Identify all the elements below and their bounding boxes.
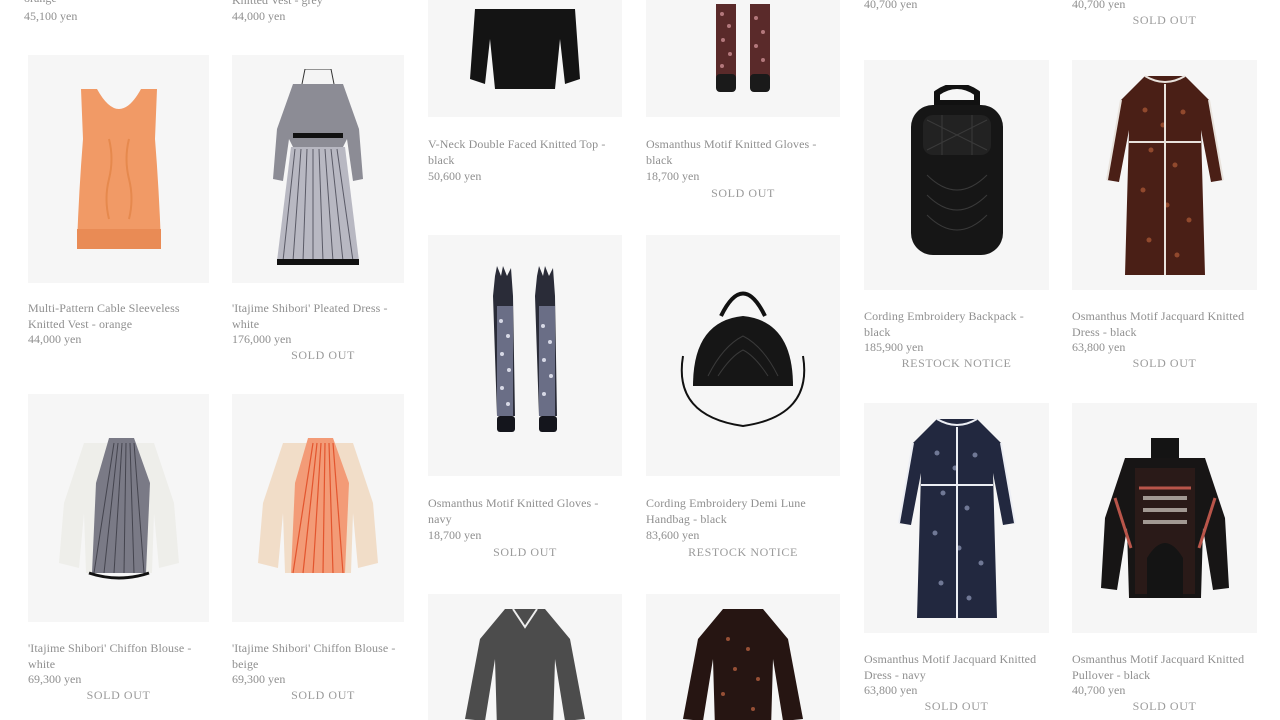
sold-out-label: SOLD OUT — [493, 545, 557, 559]
black-knit-top-image[interactable] — [428, 0, 622, 117]
sold-out-label: SOLD OUT — [1132, 13, 1197, 27]
product-name[interactable]: Cording Embroidery Demi Lune Handbag - b… — [646, 495, 840, 527]
sold-out-label: SOLD OUT — [291, 688, 355, 702]
product-price: 69,300 yen — [28, 672, 82, 686]
restock-notice-link[interactable]: RESTOCK NOTICE — [864, 355, 1049, 371]
product-name[interactable]: Osmanthus Motif Jacquard Knitted Dress -… — [864, 651, 1049, 683]
product-price: 50,600 yen — [428, 169, 482, 183]
white-blouse-image[interactable] — [28, 394, 209, 622]
product-name[interactable]: Osmanthus Motif Jacquard Knitted Pullove… — [1072, 651, 1257, 683]
product-name-tail[interactable]: orange — [24, 0, 204, 6]
navy-jacquard-dress-image[interactable] — [864, 403, 1049, 633]
product-price: 44,000 yen — [232, 9, 286, 23]
product-price: 63,800 yen — [1072, 340, 1126, 354]
black-handbag-image[interactable] — [646, 235, 840, 476]
product-name[interactable]: V-Neck Double Faced Knitted Top - black — [428, 136, 622, 168]
black-backpack-image[interactable] — [864, 60, 1049, 290]
product-price: 44,000 yen — [28, 332, 82, 346]
navy-gloves-image[interactable] — [428, 235, 622, 476]
sold-out-label: SOLD OUT — [1132, 699, 1197, 713]
product-price: 83,600 yen — [646, 528, 700, 542]
product-name[interactable]: Osmanthus Motif Knitted Gloves - black — [646, 136, 840, 168]
pleated-dress-image[interactable] — [232, 55, 404, 283]
product-name[interactable]: Cording Embroidery Backpack - black — [864, 308, 1049, 340]
product-price: 18,700 yen — [428, 528, 482, 542]
black-pullover-image[interactable] — [1072, 403, 1257, 633]
product-price: 176,000 yen — [232, 332, 292, 346]
product-name[interactable]: 'Itajime Shibori' Pleated Dress - white — [232, 300, 404, 332]
product-price: 45,100 yen — [24, 9, 78, 23]
orange-knit-vest-image[interactable] — [28, 55, 209, 283]
product-price: 40,700 yen — [1072, 0, 1126, 11]
black-jacquard-dress-image[interactable] — [1072, 60, 1257, 290]
product-price: 18,700 yen — [646, 169, 700, 183]
product-price: 69,300 yen — [232, 672, 286, 686]
product-name[interactable]: Osmanthus Motif Knitted Gloves - navy — [428, 495, 622, 527]
grey-dress-image[interactable] — [428, 594, 622, 720]
sold-out-label: SOLD OUT — [1132, 356, 1197, 370]
product-price: 40,700 yen — [864, 0, 918, 11]
black-gloves-image[interactable] — [646, 0, 840, 117]
sold-out-label: SOLD OUT — [291, 348, 355, 362]
product-name[interactable]: Multi-Pattern Cable Sleeveless Knitted V… — [28, 300, 209, 332]
product-name[interactable]: Osmanthus Motif Jacquard Knitted Dress -… — [1072, 308, 1257, 340]
beige-blouse-image[interactable] — [232, 394, 404, 622]
product-price: 185,900 yen — [864, 340, 924, 354]
sold-out-label: SOLD OUT — [924, 699, 989, 713]
product-price: 40,700 yen — [1072, 683, 1126, 697]
sold-out-label: SOLD OUT — [711, 186, 775, 200]
restock-notice-link[interactable]: RESTOCK NOTICE — [646, 544, 840, 560]
product-name[interactable]: 'Itajime Shibori' Chiffon Blouse - white — [28, 640, 209, 672]
sold-out-label: SOLD OUT — [86, 688, 151, 702]
floral-dress-image[interactable] — [646, 594, 840, 720]
product-name[interactable]: 'Itajime Shibori' Chiffon Blouse - beige — [232, 640, 404, 672]
product-name-tail[interactable]: Knitted Vest - grey — [232, 0, 323, 8]
product-price: 63,800 yen — [864, 683, 918, 697]
